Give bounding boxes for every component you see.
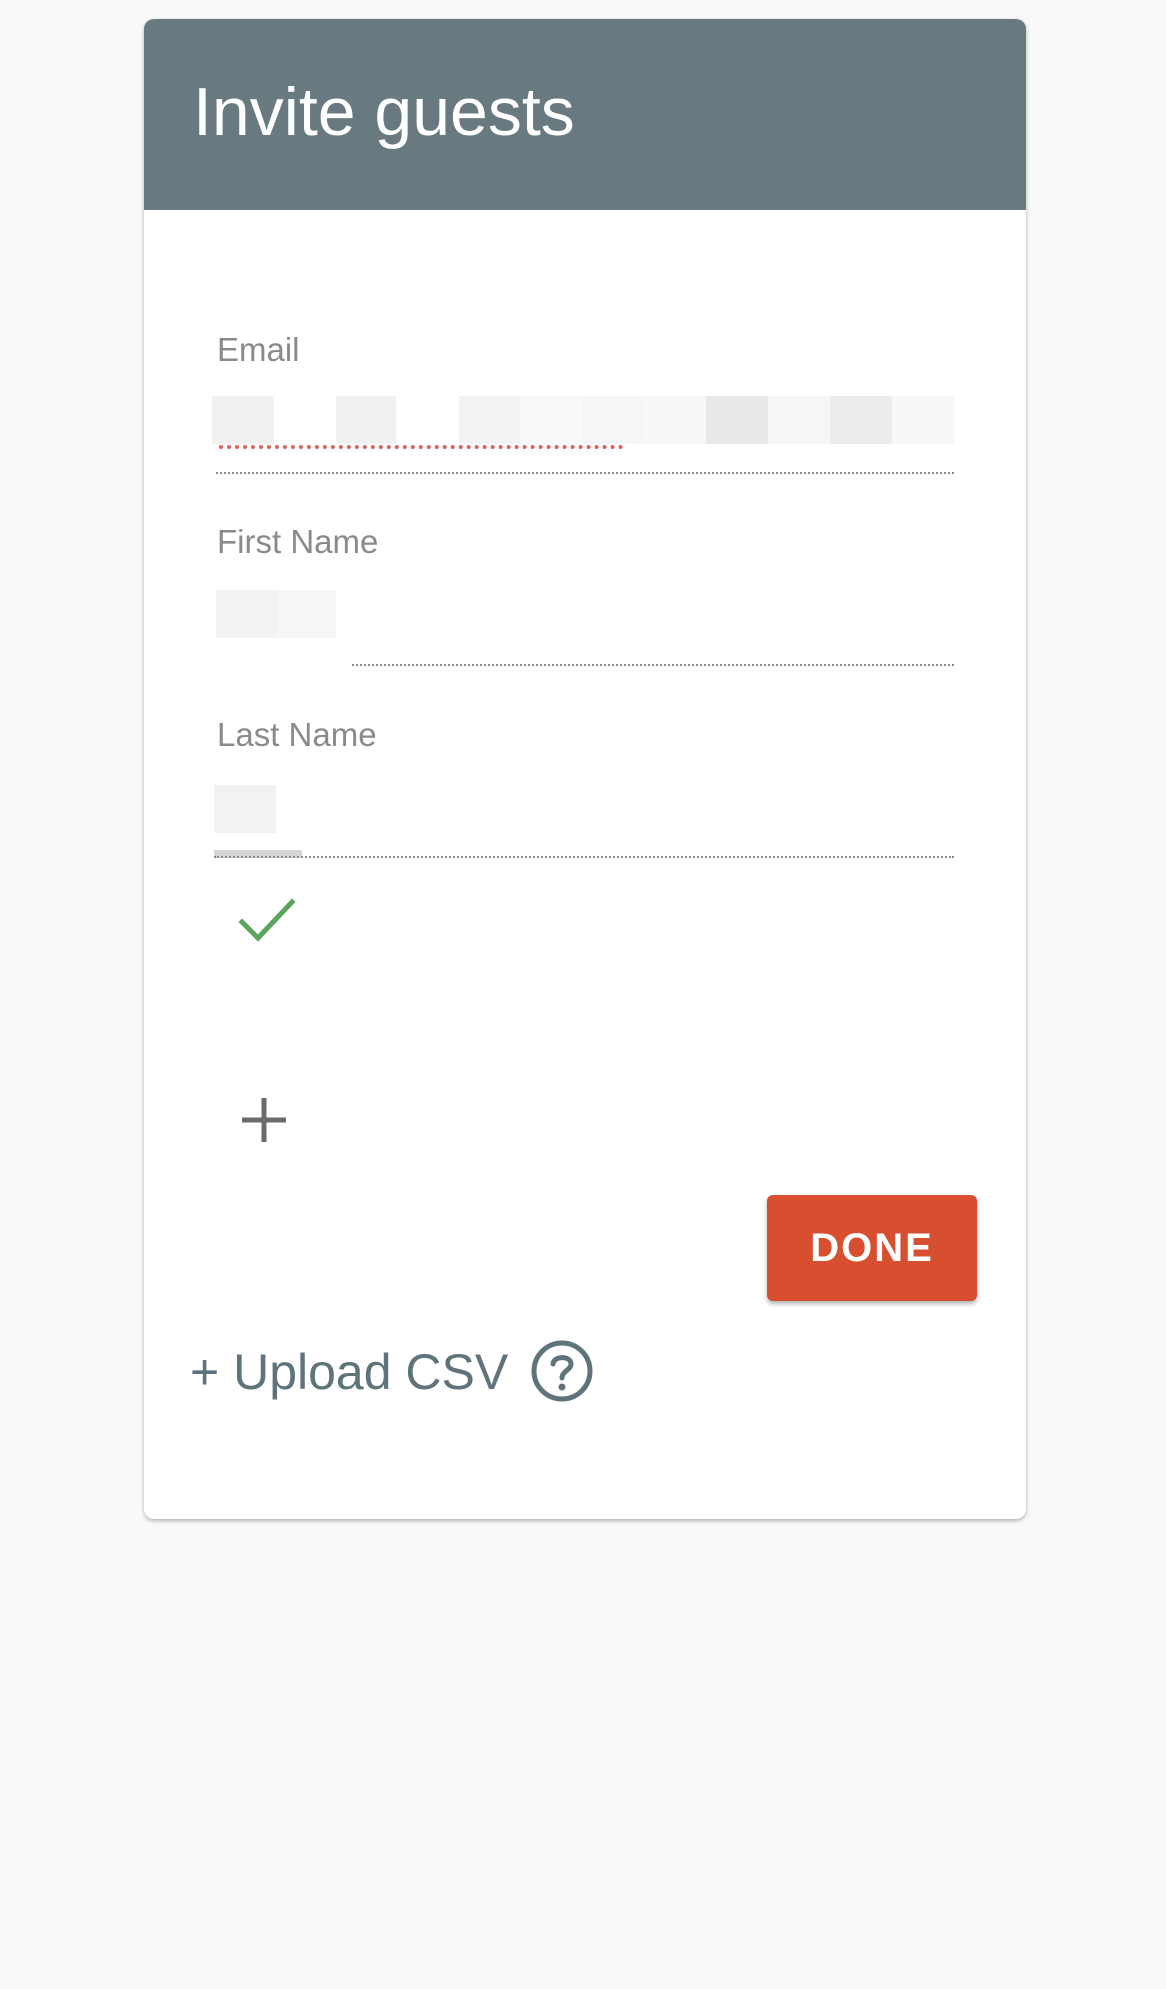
plus-icon[interactable] [239, 1095, 289, 1145]
help-circle-icon[interactable] [530, 1339, 594, 1403]
redacted-block [892, 396, 954, 444]
redacted-block [644, 396, 706, 444]
last-name-underline [214, 856, 954, 858]
redacted-block [520, 396, 582, 444]
redacted-block [212, 396, 274, 444]
upload-csv-link[interactable]: + Upload CSV [190, 1343, 508, 1401]
redacted-block [214, 785, 276, 833]
last-name-field[interactable] [212, 785, 954, 835]
email-label: Email [217, 331, 300, 368]
dialog-header: Invite guests [144, 19, 1026, 210]
first-name-field[interactable] [212, 590, 954, 640]
redacted-block [768, 396, 830, 444]
redacted-block [830, 396, 892, 444]
redacted-block [706, 396, 768, 444]
spellcheck-underline [219, 445, 623, 449]
redacted-block [336, 396, 396, 444]
redacted-block [278, 590, 336, 638]
email-field[interactable] [212, 396, 954, 446]
redacted-block [216, 590, 278, 638]
email-underline [216, 472, 954, 474]
first-name-underline [352, 664, 954, 666]
done-button[interactable]: DONE [767, 1195, 977, 1301]
invite-guests-dialog: Invite guests Email First Name Last Name [144, 19, 1026, 1519]
redacted-block [582, 396, 644, 444]
dialog-title: Invite guests [193, 74, 575, 150]
redacted-block [459, 396, 520, 444]
check-icon[interactable] [238, 896, 296, 946]
last-name-label: Last Name [217, 716, 377, 753]
first-name-label: First Name [217, 523, 379, 560]
